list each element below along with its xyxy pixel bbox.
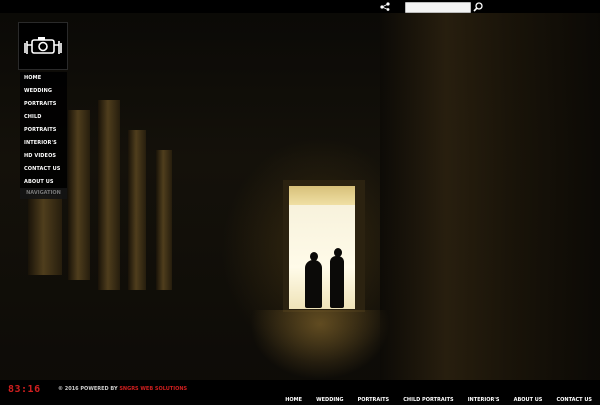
copyright-brand-link[interactable]: SNGRS WEB SOLUTIONS [119, 386, 187, 392]
footer-link-about-us[interactable]: ABOUT US [514, 397, 543, 403]
footer-link-home[interactable]: HOME [285, 397, 302, 403]
sidebar-item-hd-videos[interactable]: HD VIDEOS [20, 150, 67, 163]
footer-nav: HOME WEDDING PORTRAITS CHILD PORTRAITS I… [276, 386, 592, 405]
navigation-toggle[interactable]: NAVIGATION [20, 188, 67, 199]
footer-link-interiors[interactable]: INTERIOR'S [468, 397, 500, 403]
site-logo[interactable] [18, 22, 68, 70]
left-pillar-1 [28, 195, 62, 275]
search-icon[interactable] [472, 1, 484, 13]
sidebar-item-home[interactable]: HOME [20, 72, 67, 85]
floor-reflection [250, 310, 390, 380]
doorway-lintel [289, 186, 355, 206]
footer-clock: 83:16 [8, 384, 41, 395]
left-pillar-4 [128, 130, 146, 290]
background-photo [0, 0, 600, 400]
left-pillar-2 [68, 110, 90, 280]
doorway-light [289, 205, 355, 309]
sidebar-item-child-portraits[interactable]: PORTRAITS [20, 124, 67, 137]
camera-hands-icon [24, 37, 62, 54]
left-pillar-3 [98, 100, 120, 290]
footer-link-child-portraits[interactable]: CHILD PORTRAITS [403, 397, 453, 403]
sidebar-item-wedding[interactable]: WEDDING [20, 85, 67, 98]
footer-link-portraits[interactable]: PORTRAITS [358, 397, 390, 403]
copyright-text: © 2016 POWERED BY SNGRS WEB SOLUTIONS [58, 386, 187, 392]
footer-link-contact-us[interactable]: CONTACT US [557, 397, 592, 403]
left-pillar-5 [156, 150, 172, 290]
sidebar-item-portraits[interactable]: PORTRAITS [20, 98, 67, 111]
sidebar-item-contact-us[interactable]: CONTACT US [20, 163, 67, 176]
share-icon[interactable] [380, 2, 390, 11]
footer-link-wedding[interactable]: WEDDING [316, 397, 343, 403]
right-pillar-wall [380, 0, 600, 380]
groom-silhouette [330, 256, 344, 308]
copyright-prefix: © 2016 POWERED BY [58, 386, 120, 392]
bride-silhouette [305, 260, 322, 308]
sidebar-item-interiors[interactable]: INTERIOR'S [20, 137, 67, 150]
top-bar [0, 0, 600, 13]
sidebar-item-child[interactable]: CHILD [20, 111, 67, 124]
search-input[interactable] [405, 2, 471, 13]
sidebar-nav: HOME WEDDING PORTRAITS CHILD PORTRAITS I… [20, 72, 67, 189]
